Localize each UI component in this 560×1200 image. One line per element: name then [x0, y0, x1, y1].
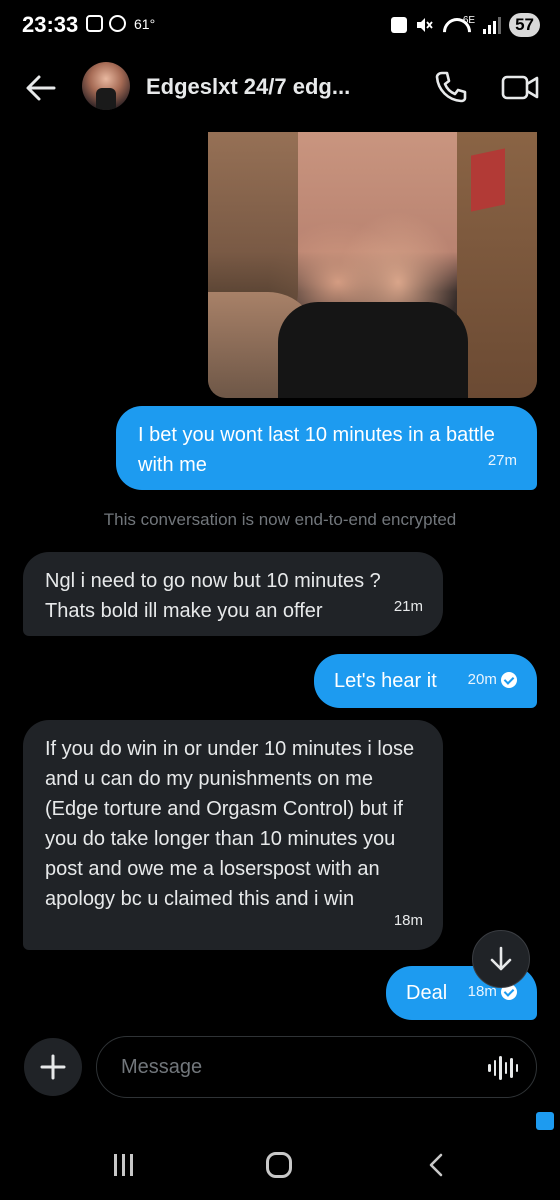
plus-icon [40, 1054, 66, 1080]
message-input[interactable] [96, 1036, 537, 1098]
message-time-with-check: 20m [468, 665, 517, 695]
message-bubble-outgoing[interactable]: Let's hear it 20m [314, 654, 537, 708]
status-bar: 23:33 61° 6E 57 [0, 0, 560, 52]
add-media-button[interactable] [24, 1038, 82, 1096]
recent-apps-button[interactable] [112, 1154, 134, 1176]
screenshot-icon [86, 15, 103, 32]
nav-back-button[interactable] [426, 1152, 446, 1178]
shared-photo[interactable] [208, 132, 537, 398]
message-text: Ngl i need to go now but 10 minutes ? Th… [45, 570, 381, 622]
message-time: 20m [467, 671, 497, 688]
message-text: I bet you wont last 10 minutes in a batt… [138, 424, 495, 476]
message-text: If you do win in or under 10 minutes i l… [45, 738, 415, 910]
message-text: Let's hear it [334, 670, 437, 692]
status-time: 23:33 [22, 12, 79, 37]
chat-bubble-icon [109, 15, 126, 32]
video-icon[interactable] [500, 70, 540, 104]
message-bubble-incoming[interactable]: If you do win in or under 10 minutes i l… [23, 720, 443, 950]
home-button[interactable] [266, 1152, 292, 1178]
status-icons-right: 6E 57 [390, 13, 540, 37]
temperature: 61° [134, 15, 156, 32]
message-text: Deal [406, 982, 448, 1004]
status-icons-left: 61° [86, 15, 155, 32]
battery-indicator: 57 [509, 13, 540, 37]
message-bubble-incoming[interactable]: Ngl i need to go now but 10 minutes ? Th… [23, 552, 443, 636]
arrow-down-icon [490, 946, 512, 971]
notification-icon [390, 17, 407, 33]
read-check-icon [501, 672, 517, 689]
notification-badge [536, 1112, 554, 1130]
scroll-to-bottom-button[interactable] [472, 930, 530, 988]
signal-icon [483, 16, 502, 34]
message-time: 21m [393, 598, 423, 615]
message-bubble-outgoing[interactable]: I bet you wont last 10 minutes in a batt… [116, 406, 537, 490]
message-time: 27m [487, 452, 517, 469]
conversation-title[interactable]: Edgeslxt 24/7 edg... [146, 74, 386, 100]
mute-icon [416, 18, 433, 32]
avatar[interactable] [82, 62, 130, 110]
conversation-header: Edgeslxt 24/7 edg... [0, 52, 560, 124]
message-time: 18m [393, 912, 423, 929]
wifi-icon [441, 16, 467, 34]
voice-message-icon[interactable] [488, 1054, 518, 1082]
back-arrow-icon[interactable] [24, 72, 58, 104]
message-composer [0, 1024, 560, 1124]
message-list[interactable]: I bet you wont last 10 minutes in a batt… [0, 124, 560, 1024]
phone-icon[interactable] [434, 70, 468, 104]
encryption-notice: This conversation is now end-to-end encr… [103, 510, 457, 529]
system-navigation-bar [0, 1130, 560, 1200]
